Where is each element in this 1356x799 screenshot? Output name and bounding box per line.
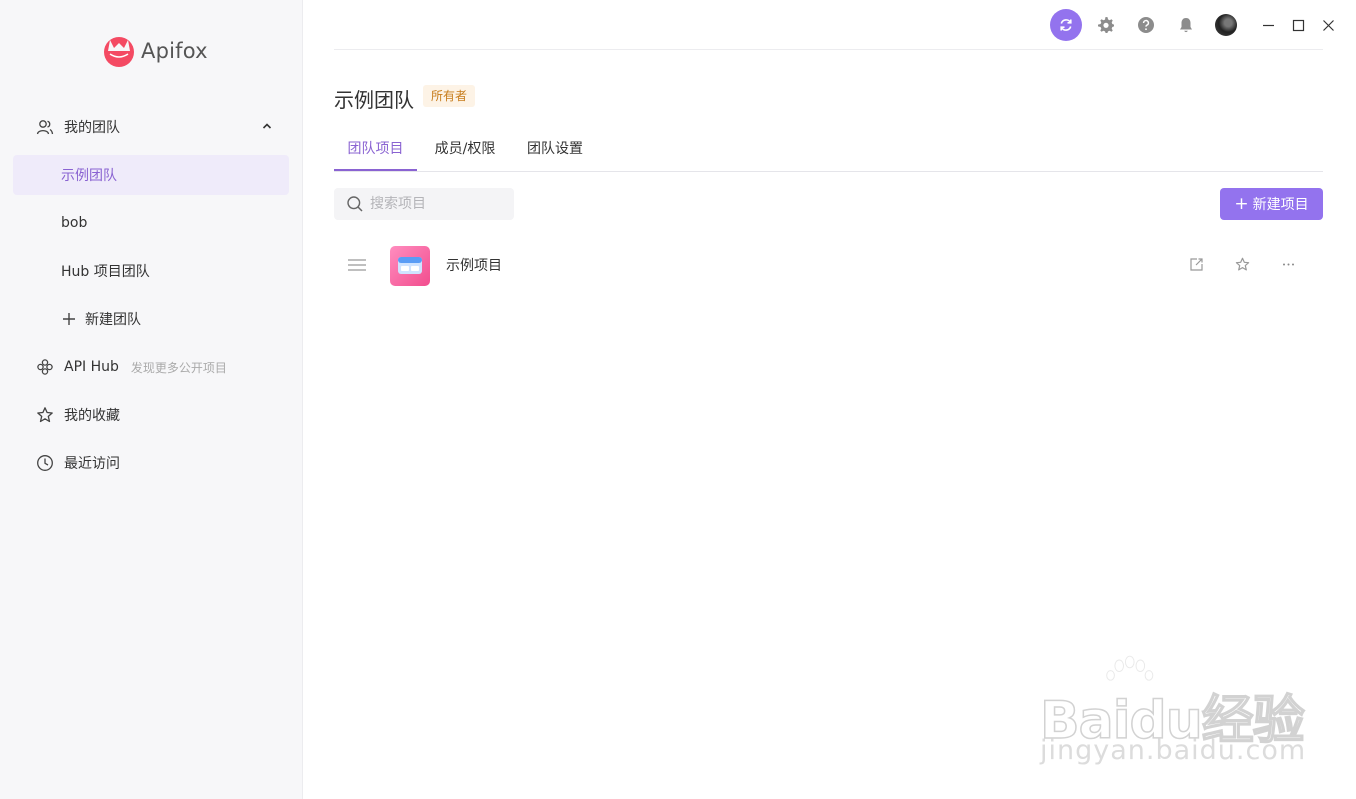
open-in-new-window-button[interactable]	[1186, 254, 1206, 274]
search-icon	[347, 196, 363, 212]
star-icon	[35, 405, 55, 425]
search-input[interactable]	[368, 195, 502, 213]
role-badge: 所有者	[423, 85, 476, 107]
recent-label: 最近访问	[64, 456, 120, 472]
watermark-url: jingyan.baidu.com	[1040, 735, 1307, 766]
sidebar-item-label: bob	[61, 215, 88, 231]
more-horizontal-icon	[1282, 263, 1294, 265]
app-logo[interactable]: Apifox	[101, 34, 208, 68]
close-icon	[1322, 19, 1334, 31]
api-hub-label: API Hub	[64, 359, 119, 375]
drag-handle-icon[interactable]	[347, 258, 367, 272]
help-icon	[1138, 17, 1154, 33]
new-project-label: 新建项目	[1252, 197, 1309, 213]
plus-icon	[59, 309, 79, 329]
sidebar-item-recent[interactable]: 最近访问	[13, 443, 289, 483]
help-button[interactable]	[1130, 9, 1162, 41]
favorite-project-button[interactable]	[1232, 254, 1252, 274]
favorites-label: 我的收藏	[64, 408, 120, 424]
sidebar-item-team-1[interactable]: bob	[13, 203, 289, 243]
api-hub-icon	[35, 357, 55, 377]
maximize-icon	[1292, 19, 1304, 31]
sidebar-item-team-2[interactable]: Hub 项目团队	[13, 251, 289, 291]
clock-icon	[35, 453, 55, 473]
project-row[interactable]: 示例项目	[334, 242, 1323, 288]
sync-icon	[1060, 19, 1072, 31]
sync-button[interactable]	[1050, 9, 1082, 41]
page-title: 示例团队	[334, 88, 414, 112]
header-divider	[334, 49, 1323, 50]
more-options-button[interactable]	[1278, 254, 1298, 274]
avatar	[1215, 14, 1237, 36]
external-link-icon	[1189, 257, 1203, 271]
chevron-up-icon	[262, 123, 272, 129]
user-avatar-button[interactable]	[1210, 9, 1242, 41]
gear-icon	[1098, 17, 1114, 33]
bell-icon	[1180, 18, 1192, 33]
sidebar-item-favorites[interactable]: 我的收藏	[13, 395, 289, 435]
app-name: Apifox	[141, 39, 208, 63]
project-name: 示例项目	[446, 258, 502, 274]
new-team-button[interactable]: 新建团队	[13, 299, 289, 339]
my-teams-toggle[interactable]: 我的团队	[13, 107, 289, 147]
minimize-icon	[1262, 24, 1274, 26]
new-team-label: 新建团队	[85, 312, 141, 328]
sidebar-item-api-hub[interactable]: API Hub 发现更多公开项目	[13, 347, 289, 387]
sidebar-item-label: Hub 项目团队	[61, 264, 150, 280]
tab-members[interactable]: 成员/权限	[429, 131, 501, 171]
team-tabs: 团队项目 成员/权限 团队设置	[334, 131, 1323, 172]
plus-icon: +	[1234, 193, 1249, 214]
sidebar-item-label: 示例团队	[61, 168, 117, 184]
tab-team-settings[interactable]: 团队设置	[518, 131, 592, 171]
close-button[interactable]	[1314, 11, 1342, 39]
title-bar-actions	[1042, 9, 1342, 41]
notifications-button[interactable]	[1170, 9, 1202, 41]
project-search	[334, 188, 514, 220]
users-icon	[35, 117, 55, 137]
tab-team-projects[interactable]: 团队项目	[334, 131, 417, 171]
project-icon	[390, 246, 430, 286]
sidebar: Apifox 我的团队 示例团队 bob Hub 项目团队 新建团队 API H…	[0, 0, 303, 799]
settings-button[interactable]	[1090, 9, 1122, 41]
new-project-button[interactable]: + 新建项目	[1220, 188, 1323, 220]
maximize-button[interactable]	[1284, 11, 1312, 39]
api-hub-hint: 发现更多公开项目	[130, 360, 227, 375]
sidebar-item-team-0[interactable]: 示例团队	[13, 155, 289, 195]
star-icon	[1235, 257, 1249, 270]
minimize-button[interactable]	[1254, 11, 1282, 39]
apifox-logo-icon	[104, 37, 134, 67]
my-teams-label: 我的团队	[64, 120, 120, 136]
